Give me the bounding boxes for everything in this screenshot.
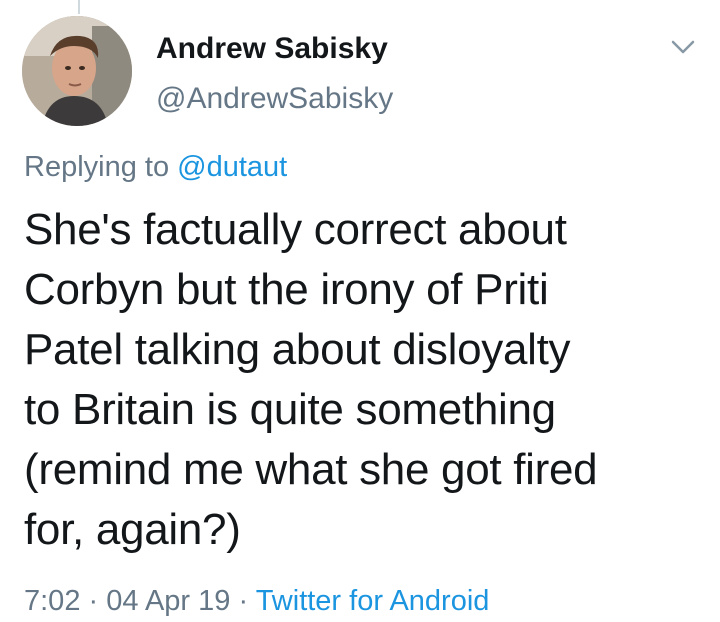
author-display-name[interactable]: Andrew Sabisky — [156, 32, 388, 66]
replying-to: Replying to @dutaut — [24, 150, 287, 184]
author-handle[interactable]: @AndrewSabisky — [156, 82, 393, 116]
tweet-text-line: to Britain is quite something — [24, 385, 556, 434]
avatar[interactable] — [22, 16, 132, 126]
tweet-metadata: 7:02 · 04 Apr 19 · Twitter for Android — [24, 584, 489, 618]
tweet-text-line: Patel talking about disloyalty — [24, 325, 571, 374]
profile-photo-icon — [22, 16, 132, 126]
tweet-text-line: Corbyn but the irony of Priti — [24, 265, 549, 314]
chevron-down-icon — [671, 40, 695, 54]
thread-connector-line — [78, 0, 80, 14]
tweet-time: 7:02 — [24, 585, 81, 617]
tweet-text: She's factually correct about Corbyn but… — [24, 200, 704, 560]
meta-separator: · — [238, 585, 249, 617]
tweet-date: 04 Apr 19 — [106, 585, 231, 617]
tweet-source-link[interactable]: Twitter for Android — [256, 585, 490, 617]
tweet-text-line: (remind me what she got fired — [24, 445, 598, 494]
tweet-text-line: for, again?) — [24, 505, 241, 554]
tweet-text-line: She's factually correct about — [24, 205, 567, 254]
reply-mention-link[interactable]: @dutaut — [177, 151, 287, 183]
meta-separator: · — [88, 585, 99, 617]
tweet-menu-button[interactable] — [668, 34, 698, 60]
replying-to-label: Replying to — [24, 151, 170, 183]
